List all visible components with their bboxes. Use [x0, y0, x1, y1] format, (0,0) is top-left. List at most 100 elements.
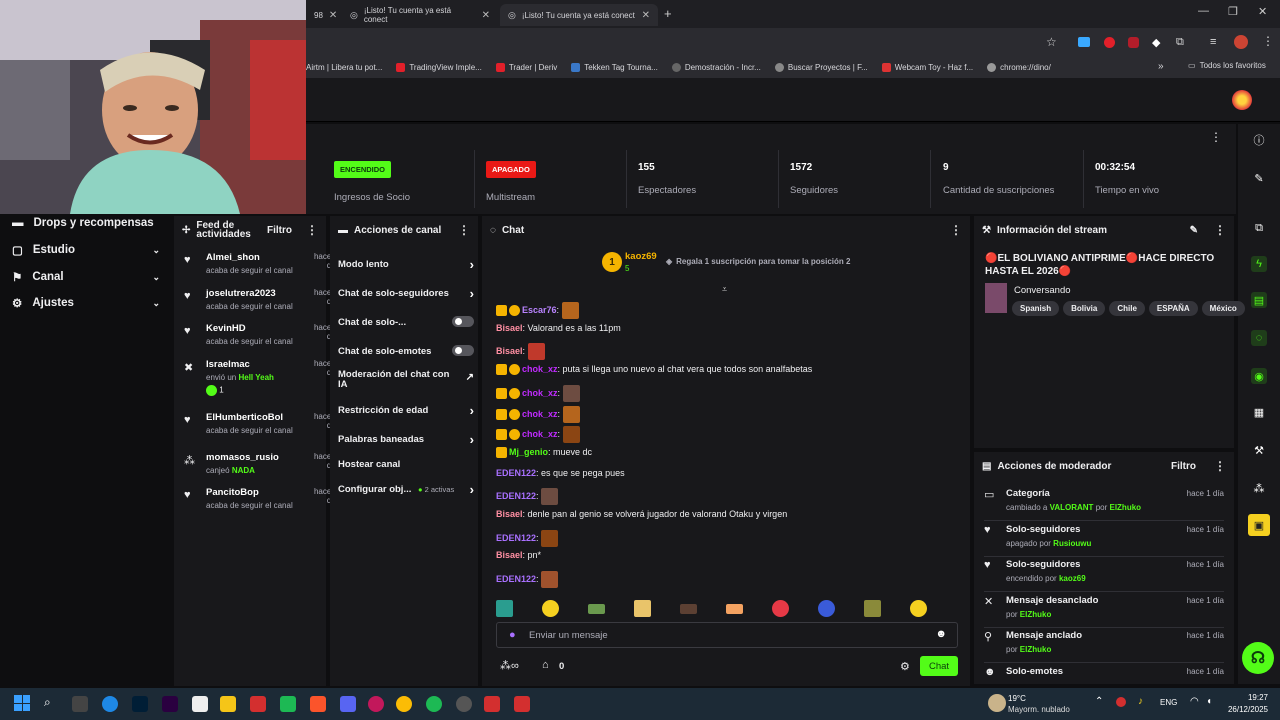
chat-username[interactable]: Bisael — [496, 323, 523, 333]
toggle-switch[interactable] — [452, 316, 474, 327]
windows-start-icon[interactable] — [14, 695, 30, 711]
feed-item[interactable]: ♥ PancitoBop acaba de seguir el canal hace … — [184, 487, 338, 510]
bookmark[interactable]: Demostración - Incr... — [671, 62, 761, 72]
media-icon[interactable]: ≡ — [1210, 36, 1216, 48]
panel-menu-icon[interactable]: ⋮ — [1214, 459, 1226, 473]
puzzle-icon[interactable]: ⧉ — [1176, 36, 1184, 49]
close-tab-icon[interactable]: ✕ — [329, 10, 337, 21]
emote[interactable] — [680, 604, 697, 614]
star-icon[interactable]: ☆ — [1046, 35, 1057, 49]
wrench-icon[interactable]: ⚒ — [1251, 442, 1267, 458]
clip-icon[interactable]: ⧉ — [1251, 220, 1267, 236]
chat-username[interactable]: Mj_genio — [509, 447, 548, 457]
feed-item[interactable]: ✖Israelmacenvió un Hell Yeah 1hace 1 día — [184, 359, 338, 396]
chat-username[interactable]: chok_xz — [522, 364, 558, 374]
minimize-icon[interactable]: — — [1198, 5, 1209, 17]
bookmark[interactable]: Trader | Deriv — [495, 62, 557, 72]
moderator-action[interactable]: ♥ Solo-seguidores encendido por kaoz69 hace… — [984, 559, 1224, 583]
chat-username[interactable]: EDEN122 — [496, 574, 536, 584]
extension-icon[interactable] — [1128, 37, 1139, 48]
store-icon[interactable]: ⌂ — [542, 659, 549, 671]
pencil-icon[interactable]: ✎ — [1251, 170, 1267, 186]
action-item[interactable]: Configurar obj... ● 2 activas › — [338, 482, 474, 497]
action-item[interactable]: Restricción de edad › — [338, 403, 474, 418]
emote[interactable] — [910, 600, 927, 617]
bookmark[interactable]: chrome://dino/ — [987, 62, 1051, 72]
support-icon[interactable]: ☊ — [1242, 642, 1274, 674]
chat-username[interactable]: chok_xz — [522, 388, 558, 398]
gift-sub-prompt[interactable]: ◈ Regala 1 suscripción para tomar la posi… — [666, 257, 850, 266]
emote[interactable] — [818, 600, 835, 617]
status-badge[interactable]: APAGADO — [486, 161, 536, 178]
nav-item-channel[interactable]: ⚑ Canal ⌄ — [12, 270, 160, 284]
close-tab-icon[interactable]: ✕ — [642, 10, 650, 21]
broadcast-icon[interactable]: ◉ — [1251, 368, 1267, 384]
gift-icon[interactable]: ▣ — [1248, 514, 1270, 536]
volume-icon[interactable]: ◖ — [1206, 696, 1212, 707]
chat-username[interactable]: EDEN122 — [496, 491, 536, 501]
stack-icon[interactable]: ▦ — [1251, 404, 1267, 420]
chat-username[interactable]: chok_xz — [522, 408, 558, 418]
moderation-infinity-icon[interactable]: ⁂∞ — [500, 659, 519, 672]
bookmark[interactable]: Webcam Toy - Haz f... — [881, 62, 973, 72]
feed-username[interactable]: joselutrera2023 — [206, 288, 276, 299]
feed-item[interactable]: ♥ joselutrera2023 acaba de seguir el canal… — [184, 288, 338, 311]
extension-icon[interactable]: ◆ — [1152, 36, 1160, 49]
share-icon[interactable]: ⁂ — [1251, 480, 1267, 496]
tag[interactable]: Bolivia — [1063, 301, 1106, 316]
app-icon[interactable] — [514, 696, 530, 712]
document-icon[interactable]: ▤ — [1251, 292, 1267, 308]
chat-username[interactable]: EDEN122 — [496, 533, 536, 543]
clock-date[interactable]: 26/12/2025 — [1222, 705, 1268, 714]
feed-username[interactable]: KevinHD — [206, 323, 276, 334]
feed-item[interactable]: ♥ ElHumberticoBol acaba de seguir el canal… — [184, 412, 338, 435]
more-bookmarks-icon[interactable]: » — [1158, 61, 1164, 72]
chat-username[interactable]: chok_xz — [522, 429, 558, 439]
chat-input[interactable]: ● Enviar un mensaje ☻ — [496, 622, 958, 648]
chat-username[interactable]: Escar76 — [522, 305, 557, 315]
brave-icon[interactable] — [310, 696, 326, 712]
xbox-icon[interactable] — [280, 696, 296, 712]
emote[interactable] — [542, 600, 559, 617]
bookmark[interactable]: TradingView Imple... — [396, 62, 482, 72]
feed-username[interactable]: Almei_shon — [206, 252, 276, 263]
chat-username[interactable]: Bisael — [496, 346, 523, 356]
moderator-action[interactable]: ♥ Solo-seguidores apagado por Rusiouwu hace… — [984, 524, 1224, 548]
obs-icon[interactable] — [456, 696, 472, 712]
tray-icon[interactable] — [1116, 697, 1126, 707]
feed-item[interactable]: ⁂momasos_rusiocanjeó NADAhace 1 día — [184, 452, 338, 475]
stats-menu-icon[interactable]: ⋮ — [1210, 130, 1222, 144]
feed-username[interactable]: momasos_rusio — [206, 452, 279, 463]
feed-item[interactable]: ♥ Almei_shon acaba de seguir el canal hace … — [184, 252, 338, 275]
emoji-icon[interactable]: ☻ — [935, 628, 947, 640]
close-window-icon[interactable]: ✕ — [1258, 5, 1267, 18]
extension-icon[interactable] — [1078, 37, 1090, 47]
expand-icon[interactable]: ✢ — [182, 225, 190, 236]
feed-username[interactable]: PancitoBop — [206, 487, 276, 498]
maximize-icon[interactable]: ❐ — [1228, 5, 1238, 18]
moderator-action[interactable]: ▭ Categoría cambiado a VALORANT por ElZhuk… — [984, 488, 1224, 512]
store-icon[interactable] — [192, 696, 208, 712]
language-indicator[interactable]: ENG — [1160, 698, 1177, 707]
user-avatar[interactable] — [1232, 90, 1252, 110]
clock-time[interactable]: 19:27 — [1230, 693, 1268, 702]
bookmark[interactable]: Airtm | Libera tu pot... — [306, 63, 382, 72]
photoshop-icon[interactable] — [132, 696, 148, 712]
chevron-up-icon[interactable]: ⌃ — [1095, 696, 1103, 707]
all-bookmarks[interactable]: ▭ Todos los favoritos — [1188, 61, 1266, 70]
panel-menu-icon[interactable]: ⋮ — [458, 223, 470, 237]
emote[interactable] — [772, 600, 789, 617]
emote[interactable] — [634, 600, 651, 617]
new-tab-icon[interactable]: + — [664, 6, 672, 21]
panel-menu-icon[interactable]: ⋮ — [950, 223, 962, 237]
browser-tab-active[interactable]: ◎ ¡Listo! Tu cuenta ya está conect ✕ — [500, 4, 658, 26]
action-item[interactable]: Chat de solo-emotes — [338, 345, 474, 357]
moderator-action[interactable]: ⚲ Mensaje anclado por ElZhuko hace 1 día — [984, 630, 1224, 654]
browser-menu-icon[interactable]: ⋮ — [1262, 34, 1274, 48]
gear-icon[interactable]: ⚙ — [900, 660, 910, 673]
action-item[interactable]: Chat de solo-... — [338, 316, 474, 328]
tag[interactable]: ESPAÑA — [1148, 301, 1198, 316]
app-icon[interactable] — [250, 696, 266, 712]
info-icon[interactable]: ⓘ — [1251, 132, 1267, 148]
chat-username[interactable]: Bisael — [496, 509, 523, 519]
